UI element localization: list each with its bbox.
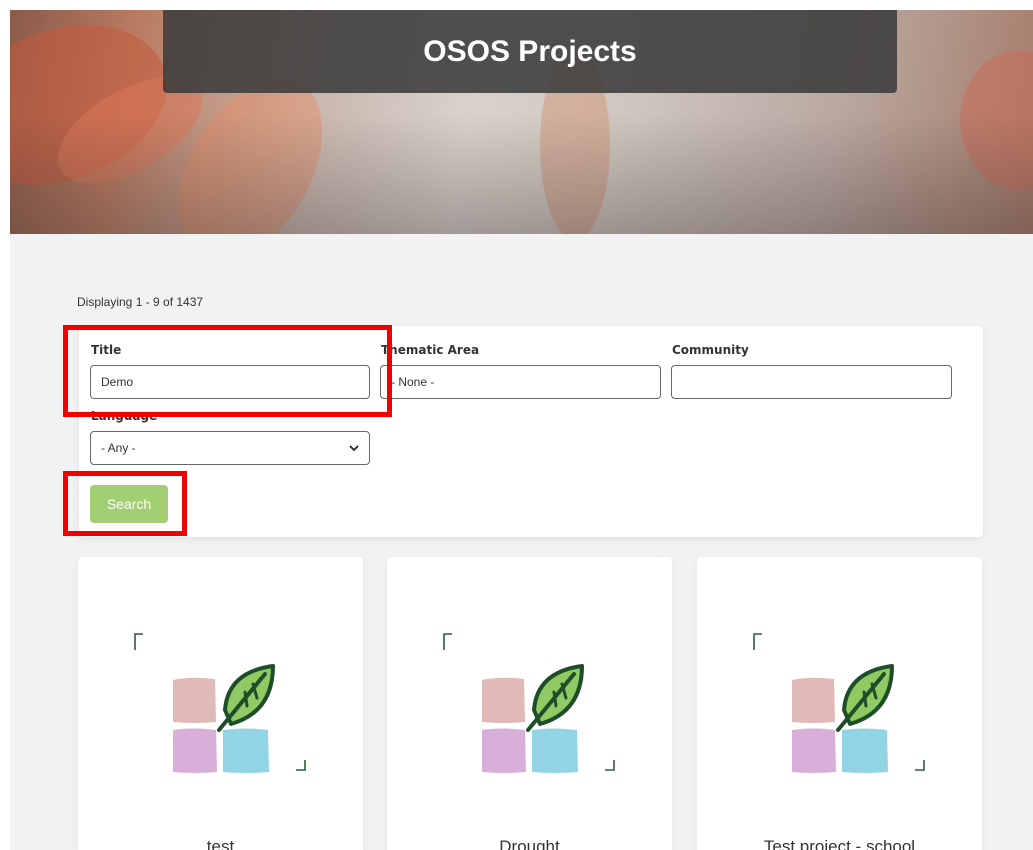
project-card-title[interactable]: Drought [387,837,672,850]
project-card-title[interactable]: Test project - school [697,837,982,850]
page: OSOS Projects Displaying 1 - 9 of 1437 T… [10,10,1033,850]
results-count: Displaying 1 - 9 of 1437 [77,295,204,309]
title-field-highlight [63,325,392,417]
project-card[interactable]: Drought [387,557,672,850]
project-logo-icon [753,633,925,773]
page-title: OSOS Projects [423,34,637,68]
project-card[interactable]: test [78,557,363,850]
community-input[interactable] [671,365,952,399]
community-label: Community [672,343,749,357]
hero-image: OSOS Projects [10,10,1033,234]
project-logo-icon [443,633,615,773]
language-select[interactable]: - Any - [90,431,370,465]
project-card[interactable]: Test project - school [697,557,982,850]
search-button-highlight [63,471,187,536]
language-value: - Any - [101,441,136,455]
thematic-area-label: Thematic Area [381,343,480,357]
hero-banner: OSOS Projects [163,10,897,93]
project-logo-icon [134,633,306,773]
project-card-title[interactable]: test [78,837,363,850]
thematic-area-value: - None - [391,375,435,389]
chevron-down-icon [349,445,359,452]
thematic-area-select[interactable]: - None - [380,365,661,399]
